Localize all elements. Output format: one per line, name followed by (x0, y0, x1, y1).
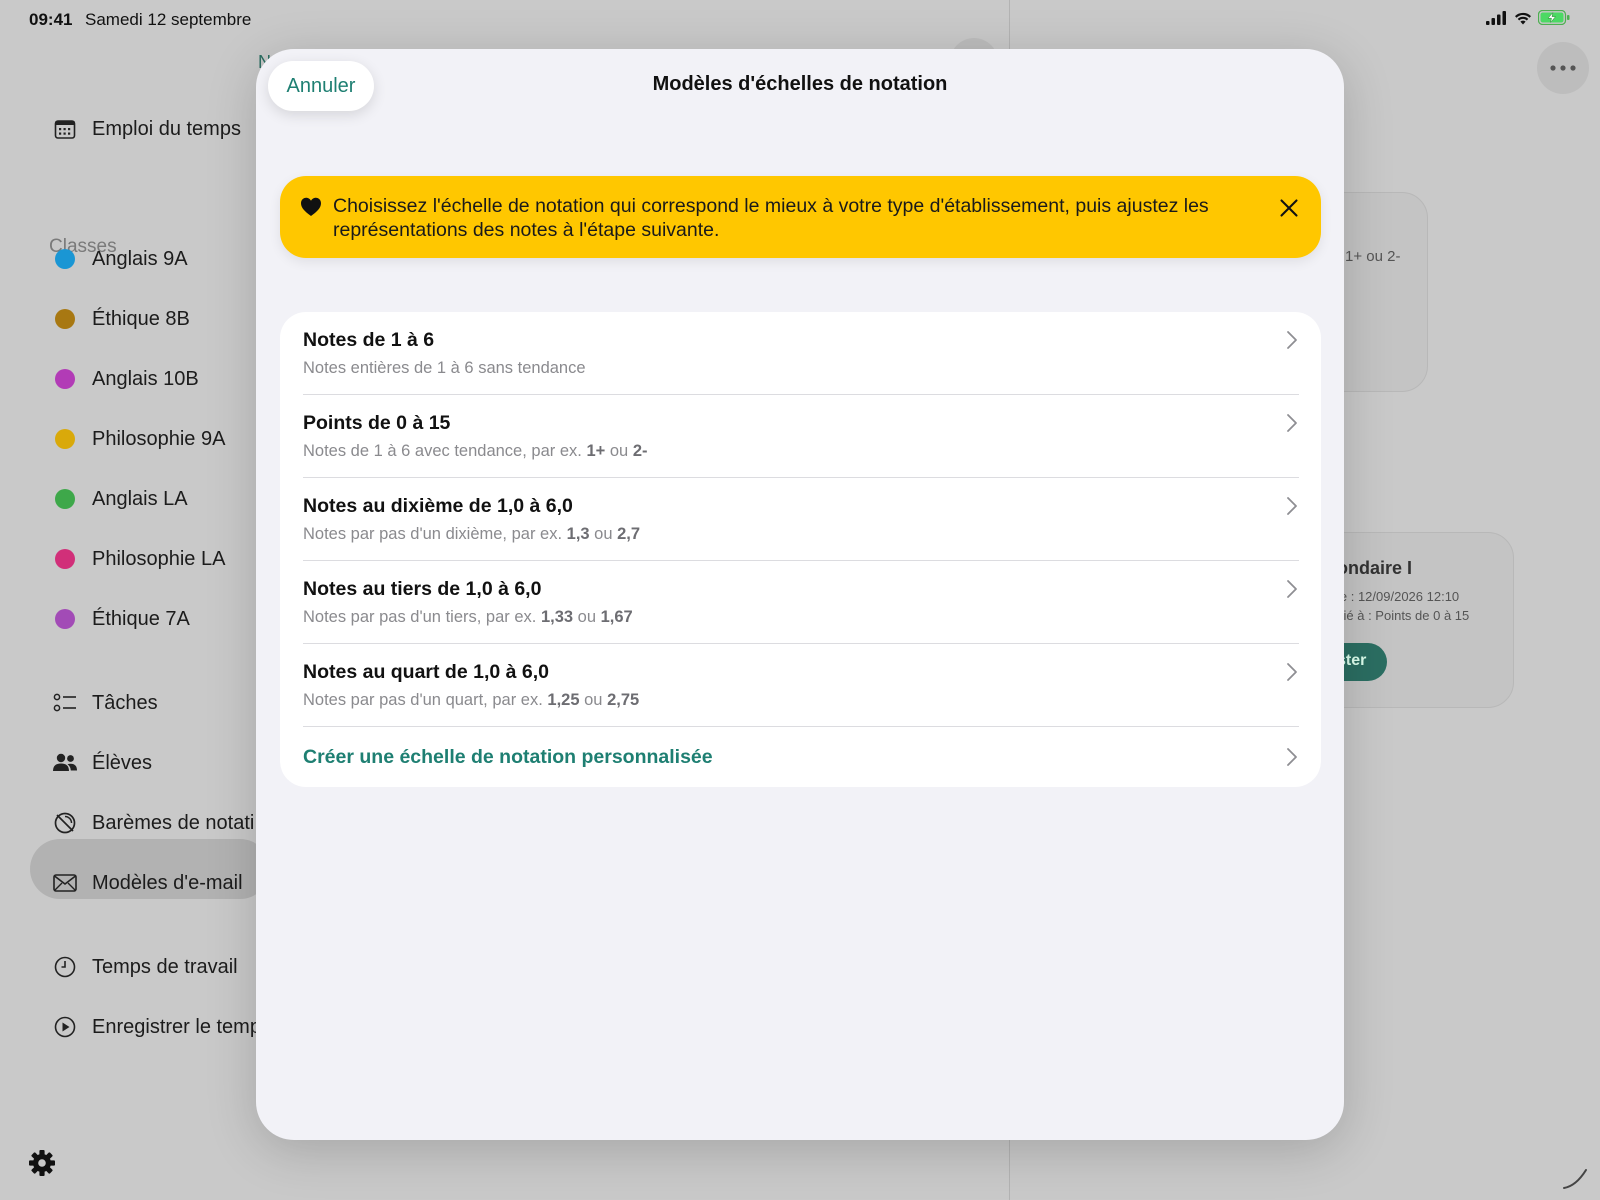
option-title: Points de 0 à 15 (303, 412, 451, 434)
option-subtitle: Notes de 1 à 6 avec tendance, par ex. 1+… (303, 442, 648, 460)
background-card-title: ondaire I (1337, 558, 1413, 578)
sidebar-item-email-templates[interactable]: Modèles d'e-mail (52, 870, 243, 896)
sidebar-class-item[interactable]: Anglais 10B (52, 366, 199, 392)
play-circle-icon (52, 1014, 78, 1040)
class-color-dot (55, 369, 75, 389)
scale-option-row[interactable]: Notes au quart de 1,0 à 6,0 Notes par pa… (280, 644, 1321, 727)
class-color-dot (55, 489, 75, 509)
status-bar: 09:41 Samedi 12 septembre (0, 0, 1600, 38)
class-label: Éthique 7A (92, 607, 190, 630)
class-label: Anglais 10B (92, 367, 199, 390)
create-custom-scale-row[interactable]: Créer une échelle de notation personnali… (280, 727, 1321, 787)
class-color-dot (55, 549, 75, 569)
chevron-right-icon (1287, 331, 1297, 349)
class-color-dot (55, 609, 75, 629)
scale-option-row[interactable]: Notes au dixième de 1,0 à 6,0 Notes par … (280, 478, 1321, 561)
scale-options-list: Notes de 1 à 6 Notes entières de 1 à 6 s… (280, 312, 1321, 787)
sidebar-item-timetable[interactable]: Emploi du temps (52, 116, 241, 142)
sidebar-item-label: Enregistrer le temp (92, 1015, 261, 1038)
option-title: Notes au quart de 1,0 à 6,0 (303, 661, 550, 683)
envelope-icon (52, 870, 78, 896)
sidebar-item-label: Barèmes de notati (92, 811, 255, 834)
sidebar-item-tasks[interactable]: Tâches (52, 690, 158, 716)
class-label: Philosophie 9A (92, 427, 226, 450)
scale-option-row[interactable]: Points de 0 à 15 Notes de 1 à 6 avec ten… (280, 395, 1321, 478)
option-subtitle: Notes par pas d'un tiers, par ex. 1,33 o… (303, 608, 633, 626)
sidebar-class-item[interactable]: Anglais 9A (52, 246, 188, 272)
option-title: Notes au dixième de 1,0 à 6,0 (303, 495, 573, 517)
sidebar-item-label: Modèles d'e-mail (92, 871, 243, 894)
class-label: Éthique 8B (92, 307, 190, 330)
sidebar-class-item[interactable]: Éthique 7A (52, 606, 190, 632)
sidebar-item-working-time[interactable]: Temps de travail (52, 954, 238, 980)
class-color-dot (55, 249, 75, 269)
background-card-text: 1+ ou 2- (1345, 248, 1401, 265)
chevron-right-icon (1287, 663, 1297, 681)
battery-charging-icon (1538, 10, 1570, 25)
scale-option-row[interactable]: Notes de 1 à 6 Notes entières de 1 à 6 s… (280, 312, 1321, 395)
background-card-line: le : 12/09/2026 12:10 (1337, 589, 1460, 604)
calendar-icon (52, 116, 78, 142)
clock-icon (52, 954, 78, 980)
settings-gear-icon[interactable] (27, 1148, 57, 1178)
class-color-dot (55, 309, 75, 329)
sidebar-item-label: Emploi du temps (92, 117, 241, 140)
people-icon (52, 750, 78, 776)
wifi-icon (1515, 12, 1531, 24)
heart-icon (301, 197, 321, 216)
grading-scale-templates-sheet: Annuler Modèles d'échelles de notation C… (256, 49, 1344, 1140)
sidebar-item-grading-scales[interactable]: Barèmes de notati (52, 810, 254, 836)
status-date: Samedi 12 septembre (85, 10, 252, 29)
sheet-title: Modèles d'échelles de notation (652, 73, 948, 95)
background-card-line: cié à : Points de 0 à 15 (1337, 608, 1470, 623)
chevron-right-icon (1287, 497, 1297, 515)
class-color-dot (55, 429, 75, 449)
status-time: 09:41 (29, 10, 73, 29)
create-custom-scale-label: Créer une échelle de notation personnali… (303, 746, 713, 768)
sidebar-class-item[interactable]: Philosophie LA (52, 546, 225, 572)
option-subtitle: Notes par pas d'un quart, par ex. 1,25 o… (303, 691, 640, 709)
scale-option-row[interactable]: Notes au tiers de 1,0 à 6,0 Notes par pa… (280, 561, 1321, 644)
close-icon[interactable] (1275, 194, 1303, 222)
option-title: Notes de 1 à 6 (303, 329, 435, 351)
more-options-icon[interactable] (1537, 42, 1589, 94)
chevron-right-icon (1287, 748, 1297, 766)
option-title: Notes au tiers de 1,0 à 6,0 (303, 578, 542, 600)
sidebar-item-students[interactable]: Élèves (52, 750, 152, 776)
sidebar-class-item[interactable]: Éthique 8B (52, 306, 190, 332)
class-label: Philosophie LA (92, 547, 226, 570)
option-subtitle: Notes entières de 1 à 6 sans tendance (303, 359, 586, 377)
chevron-right-icon (1287, 580, 1297, 598)
status-icons (1486, 10, 1570, 25)
info-banner: Choisissez l'échelle de notation qui cor… (280, 176, 1321, 258)
sidebar-item-label: Tâches (92, 691, 158, 714)
sidebar-class-item[interactable]: Anglais LA (52, 486, 188, 512)
sidebar-item-label: Temps de travail (92, 955, 238, 978)
class-label: Anglais 9A (92, 247, 188, 270)
banner-message: Choisissez l'échelle de notation qui cor… (333, 195, 1209, 241)
grading-scale-icon (52, 810, 78, 836)
cellular-signal-icon (1486, 10, 1506, 25)
scroll-indicator-icon (1563, 1169, 1587, 1189)
checklist-icon (52, 690, 78, 716)
sidebar-item-record-time[interactable]: Enregistrer le temp (52, 1014, 261, 1040)
class-label: Anglais LA (92, 487, 188, 510)
chevron-right-icon (1287, 414, 1297, 432)
option-subtitle: Notes par pas d'un dixième, par ex. 1,3 … (303, 525, 641, 543)
sidebar-item-label: Élèves (92, 751, 153, 774)
sidebar-class-item[interactable]: Philosophie 9A (52, 426, 225, 452)
